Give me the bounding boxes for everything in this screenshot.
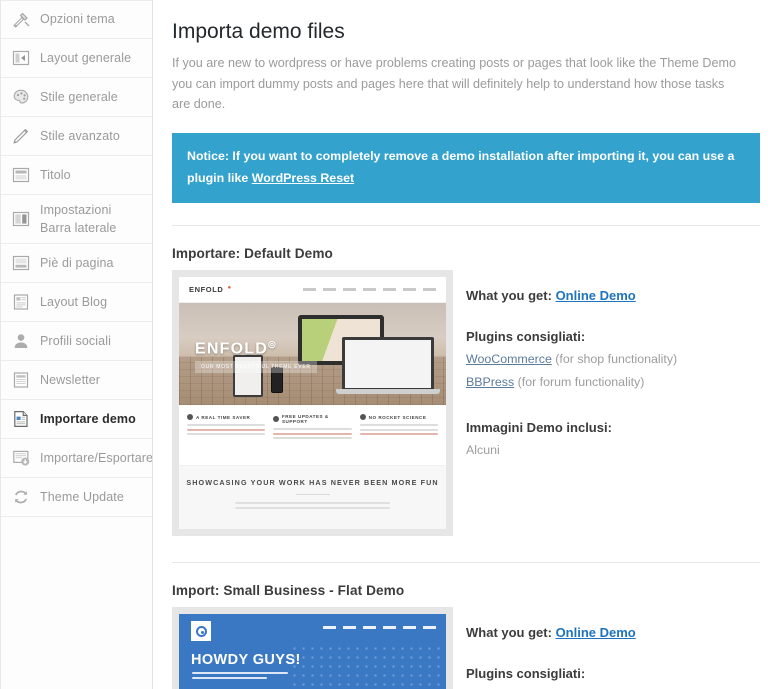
tools-icon: [13, 12, 30, 28]
sidebar-item-label: Titolo: [40, 167, 71, 182]
what-you-get-row: What you get: Online Demo: [466, 288, 760, 303]
thumb-hero-title: HOWDY GUYS!: [191, 652, 301, 669]
sidebar-item-label: Stile generale: [40, 89, 118, 104]
demo-thumbnail-flat[interactable]: HOWDY GUYS! Devoted to GROWING YOUR BUSI…: [179, 614, 446, 689]
pencil-icon: [13, 128, 29, 144]
sidebar-item-importare-demo[interactable]: Importare demo: [1, 400, 152, 440]
sidebar-item-titolo[interactable]: Titolo: [1, 156, 152, 195]
footer-icon: [12, 256, 30, 271]
sidebar-item-label: Layout Blog: [40, 295, 108, 310]
page-title: Importa demo files: [172, 20, 345, 43]
images-value: Alcuni: [466, 443, 500, 457]
thumb-logo-mark: [191, 621, 211, 642]
plugin-note: (for shop functionality): [551, 352, 678, 367]
sidebar-item-label: Newsletter: [40, 373, 101, 388]
thumb-hero: ENFOLD◎ OUR MOST BEAUTIFUL THEME EVER: [179, 303, 446, 406]
main-content: Importa demo files If you are new to wor…: [153, 0, 783, 689]
what-you-get-label: What you get:: [466, 625, 552, 641]
demo-info: What you get: Online Demo Plugins consig…: [453, 607, 760, 689]
plugin-row: BBPress (for forum functionality): [466, 371, 760, 394]
sidebar-item-layout-generale[interactable]: Layout generale: [1, 39, 152, 78]
layout-icon: [12, 50, 30, 66]
sidebar-item-label: Importare demo: [40, 412, 136, 427]
online-demo-link[interactable]: Online Demo: [556, 288, 636, 303]
thumb-laptop-mock: [336, 337, 440, 395]
sidebar-item-label: Opzioni tema: [40, 12, 115, 27]
thumb-hero-title-text: ENFOLD: [195, 340, 268, 358]
sidebar-item-stile-avanzato[interactable]: Stile avanzato: [1, 117, 152, 156]
thumb-logo: ENFOLD: [189, 285, 224, 295]
sidebar-item-label: Importare/Esportare: [40, 451, 153, 466]
thumb-hero-title: ENFOLD◎: [195, 339, 278, 358]
palette-icon: [13, 89, 29, 104]
thumb-feature-label: FREE UPDATES & SUPPORT: [281, 414, 329, 425]
thumb-hero: HOWDY GUYS!: [179, 614, 446, 689]
what-you-get-row: What you get: Online Demo: [466, 625, 760, 640]
thumb-menu: [323, 626, 436, 629]
sidebar-item-stile-generale[interactable]: Stile generale: [1, 78, 152, 117]
sidebar-item-newsletter[interactable]: Newsletter: [1, 361, 152, 401]
sidebar-item-impostazioni-barra-laterale[interactable]: Impostazioni Barra laterale: [1, 195, 152, 245]
import-export-icon: [13, 451, 30, 466]
sidebar-item-label: Impostazioni Barra laterale: [40, 203, 117, 236]
import-demo-icon: [14, 411, 28, 428]
thumb-feature: FREE UPDATES & SUPPORT: [273, 414, 352, 465]
sidebar-item-profili-sociali[interactable]: Profili sociali: [1, 322, 152, 362]
demo-section-small-business: Import: Small Business - Flat Demo HOWDY…: [172, 563, 760, 689]
thumb-band: SHOWCASING YOUR WORK HAS NEVER BEEN MORE…: [179, 465, 446, 530]
plugins-none: Nessuno: [466, 685, 760, 689]
page-intro: If you are new to wordpress or have prob…: [172, 56, 736, 112]
plugin-link-bbpress[interactable]: BBPress: [466, 375, 514, 389]
refresh-icon: [14, 490, 28, 504]
thumb-dot-pattern: [290, 644, 440, 689]
thumb-features: A REAL TIME SAVER FREE UPDATES & SUPPORT…: [179, 405, 446, 466]
sidebar-item-label: Piè di pagina: [40, 256, 114, 271]
newsletter-icon: [13, 372, 29, 388]
notice-banner: Notice: If you want to completely remove…: [172, 133, 760, 204]
sidebar-item-label: Stile avanzato: [40, 128, 120, 143]
plugin-link-woocommerce[interactable]: WooCommerce: [466, 352, 552, 366]
wordpress-reset-link[interactable]: WordPress Reset: [252, 171, 354, 185]
header-icon: [12, 167, 30, 183]
demo-thumbnail-frame[interactable]: HOWDY GUYS! Devoted to GROWING YOUR BUSI…: [172, 607, 453, 689]
what-you-get-label: What you get:: [466, 288, 552, 304]
options-page: Opzioni tema Layout generale Stile gener…: [0, 0, 783, 689]
demo-title: Import: Small Business - Flat Demo: [172, 583, 405, 599]
thumb-hero-subtitle: OUR MOST BEAUTIFUL THEME EVER: [195, 361, 317, 374]
sidebar-item-layout-blog[interactable]: Layout Blog: [1, 283, 152, 323]
thumb-band-title: SHOWCASING YOUR WORK HAS NEVER BEEN MORE…: [186, 478, 439, 488]
demo-title: Importare: Default Demo: [172, 246, 333, 262]
images-heading: Immagini Demo inclusi:: [466, 420, 612, 435]
thumb-logo-mark: ●: [227, 284, 232, 291]
thumb-feature: A REAL TIME SAVER: [187, 414, 266, 465]
sidebar-icon: [12, 212, 30, 227]
sidebar-item-theme-update[interactable]: Theme Update: [1, 478, 152, 518]
thumb-hero-paragraph: [192, 672, 288, 682]
plugin-row: WooCommerce (for shop functionality): [466, 348, 760, 371]
plugin-note: (for forum functionality): [514, 375, 645, 390]
sidebar-item-label: Theme Update: [40, 490, 124, 505]
thumb-navbar: ENFOLD ●: [179, 277, 446, 304]
plugins-heading: Plugins consigliati:: [466, 329, 586, 345]
thumb-menu: [303, 288, 436, 291]
sidebar-nav: Opzioni tema Layout generale Stile gener…: [0, 0, 153, 689]
sidebar-item-importare-esportare[interactable]: Importare/Esportare: [1, 439, 153, 479]
sidebar-item-label: Profili sociali: [40, 334, 111, 349]
demo-thumbnail-default[interactable]: ENFOLD ● ENFOLD◎ OUR MOST BEAUTIFUL THEM…: [179, 277, 446, 530]
blog-icon: [13, 294, 29, 310]
plugins-heading: Plugins consigliati:: [466, 666, 586, 682]
sidebar-item-opzioni-tema[interactable]: Opzioni tema: [1, 0, 152, 39]
sidebar-item-pie-di-pagina[interactable]: Piè di pagina: [1, 244, 152, 284]
demo-info: What you get: Online Demo Plugins consig…: [453, 270, 760, 462]
thumb-feature-label: A REAL TIME SAVER: [196, 414, 251, 420]
thumb-feature: NO ROCKET SCIENCE: [359, 414, 438, 465]
demo-thumbnail-frame[interactable]: ENFOLD ● ENFOLD◎ OUR MOST BEAUTIFUL THEM…: [172, 270, 453, 537]
sidebar-item-label: Layout generale: [40, 50, 132, 65]
user-icon: [14, 334, 28, 349]
thumb-feature-label: NO ROCKET SCIENCE: [368, 414, 427, 420]
online-demo-link[interactable]: Online Demo: [556, 625, 636, 640]
demo-section-default: Importare: Default Demo ENFOLD ● ENFOLD◎…: [172, 226, 760, 537]
